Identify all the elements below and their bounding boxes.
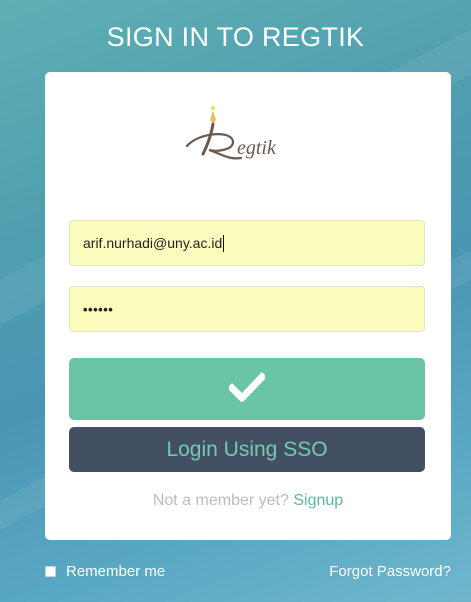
regtik-logo-icon: egtik [45, 102, 451, 168]
password-value: •••••• [83, 301, 114, 317]
login-card: egtik arif.nurhadi@uny.ac.id •••••• Logi… [45, 72, 451, 540]
submit-button[interactable] [69, 358, 425, 420]
page-title: SIGN IN TO REGTIK [106, 22, 365, 52]
signup-prompt: Not a member yet? [152, 492, 289, 509]
signup-link[interactable]: Signup [293, 492, 343, 509]
checkmark-icon [227, 371, 267, 407]
forgot-password-link[interactable]: Forgot Password? [329, 563, 451, 580]
svg-text:egtik: egtik [237, 137, 277, 159]
remember-me-checkbox[interactable] [45, 566, 56, 577]
email-field[interactable]: arif.nurhadi@uny.ac.id [69, 220, 425, 266]
signup-prompt-line: Not a member yet? Signup [45, 492, 451, 510]
email-value: arif.nurhadi@uny.ac.id [83, 235, 223, 251]
sso-login-button[interactable]: Login Using SSO [69, 427, 425, 472]
remember-me-label: Remember me [66, 563, 166, 580]
text-cursor [223, 234, 225, 252]
password-field[interactable]: •••••• [69, 286, 425, 332]
remember-me-control[interactable]: Remember me [45, 563, 165, 580]
login-footer: Remember me Forgot Password? [45, 563, 451, 580]
